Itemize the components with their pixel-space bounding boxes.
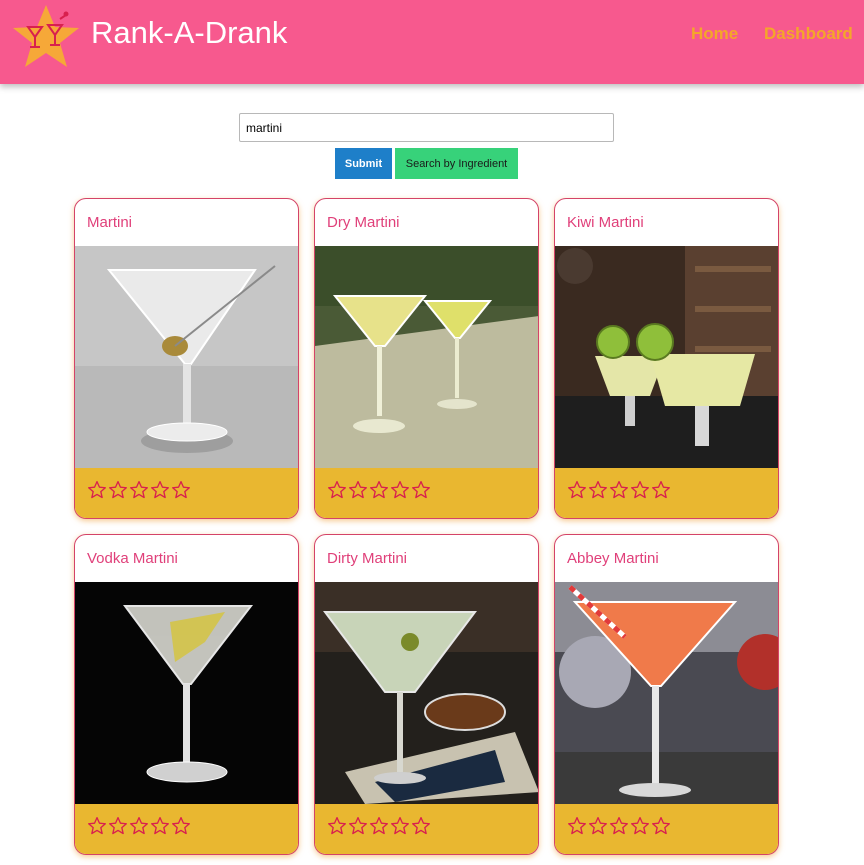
star-icon[interactable] (369, 816, 389, 836)
star-rating[interactable] (87, 480, 191, 500)
star-icon[interactable] (327, 480, 347, 500)
drink-image[interactable] (315, 246, 539, 468)
search-input[interactable] (239, 113, 614, 142)
drink-title[interactable]: Vodka Martini (87, 550, 178, 567)
app-title: Rank-A-Drank (91, 15, 288, 50)
nav-home-link[interactable]: Home (691, 24, 738, 44)
star-icon[interactable] (567, 816, 587, 836)
drink-title[interactable]: Abbey Martini (567, 550, 659, 567)
drink-card[interactable]: Martini (74, 198, 299, 519)
star-icon[interactable] (348, 816, 368, 836)
star-icon[interactable] (327, 816, 347, 836)
star-icon[interactable] (651, 480, 671, 500)
star-icon[interactable] (630, 480, 650, 500)
star-icon[interactable] (588, 816, 608, 836)
search-by-ingredient-button[interactable]: Search by Ingredient (395, 148, 518, 179)
star-icon[interactable] (411, 480, 431, 500)
star-icon[interactable] (171, 480, 191, 500)
drink-card[interactable]: Vodka Martini (74, 534, 299, 855)
drink-title[interactable]: Martini (87, 214, 132, 231)
rating-bar (75, 468, 298, 518)
star-icon[interactable] (150, 816, 170, 836)
star-icon[interactable] (129, 816, 149, 836)
rating-bar (555, 804, 778, 854)
drink-title[interactable]: Dry Martini (327, 214, 400, 231)
star-icon[interactable] (129, 480, 149, 500)
star-icon[interactable] (171, 816, 191, 836)
app-header: Rank-A-Drank Home Dashboard (0, 0, 864, 84)
star-rating[interactable] (327, 480, 431, 500)
drink-card[interactable]: Kiwi Martini (554, 198, 779, 519)
star-icon[interactable] (108, 816, 128, 836)
star-icon[interactable] (369, 480, 389, 500)
star-rating[interactable] (327, 816, 431, 836)
star-rating[interactable] (567, 480, 671, 500)
star-rating[interactable] (87, 816, 191, 836)
drink-image[interactable] (555, 246, 779, 468)
star-icon[interactable] (609, 480, 629, 500)
star-icon[interactable] (348, 480, 368, 500)
submit-button[interactable]: Submit (335, 148, 392, 179)
cocktail-star-logo-icon[interactable] (10, 3, 82, 71)
star-icon[interactable] (390, 816, 410, 836)
drink-card[interactable]: Dirty Martini (314, 534, 539, 855)
drink-title[interactable]: Dirty Martini (327, 550, 407, 567)
rating-bar (555, 468, 778, 518)
star-icon[interactable] (87, 480, 107, 500)
star-icon[interactable] (150, 480, 170, 500)
drink-title[interactable]: Kiwi Martini (567, 214, 644, 231)
drink-card[interactable]: Dry Martini (314, 198, 539, 519)
rating-bar (315, 804, 538, 854)
star-rating[interactable] (567, 816, 671, 836)
star-icon[interactable] (588, 480, 608, 500)
drink-image[interactable] (315, 582, 539, 804)
star-icon[interactable] (609, 816, 629, 836)
rating-bar (315, 468, 538, 518)
drink-image[interactable] (75, 582, 299, 804)
rating-bar (75, 804, 298, 854)
drink-image[interactable] (75, 246, 299, 468)
star-icon[interactable] (390, 480, 410, 500)
star-icon[interactable] (651, 816, 671, 836)
star-icon[interactable] (108, 480, 128, 500)
star-icon[interactable] (411, 816, 431, 836)
drink-image[interactable] (555, 582, 779, 804)
star-icon[interactable] (567, 480, 587, 500)
star-icon[interactable] (630, 816, 650, 836)
drink-card[interactable]: Abbey Martini (554, 534, 779, 855)
nav-dashboard-link[interactable]: Dashboard (764, 24, 853, 44)
star-icon[interactable] (87, 816, 107, 836)
